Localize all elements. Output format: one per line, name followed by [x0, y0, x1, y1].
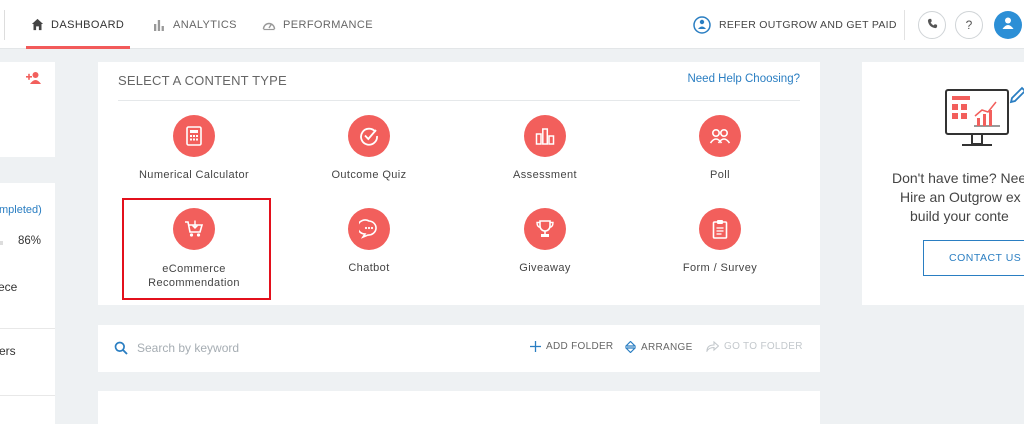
refer-outgrow-link[interactable]: REFER OUTGROW AND GET PAID: [693, 0, 897, 49]
content-type-chatbot[interactable]: Chatbot: [279, 208, 459, 275]
add-user-icon[interactable]: [26, 71, 42, 90]
search-toolbar: ADD FOLDER ARRANGE GO TO FOLDER: [98, 325, 820, 372]
tab-label: ANALYTICS: [173, 18, 237, 31]
promo-line: Hire an Outgrow ex: [900, 189, 1021, 205]
arrange-button[interactable]: ARRANGE: [625, 341, 693, 353]
promo-line: Don't have time? Nee: [892, 170, 1024, 186]
arrange-label: ARRANGE: [641, 341, 693, 353]
content-type-outcome-quiz[interactable]: Outcome Quiz: [279, 115, 459, 182]
content-type-label: Numerical Calculator: [138, 169, 250, 181]
help-button[interactable]: ?: [955, 11, 983, 39]
phone-button[interactable]: [918, 11, 946, 39]
user-icon: [1001, 16, 1015, 35]
content-list-panel: [98, 391, 820, 424]
content-type-form-survey[interactable]: Form / Survey: [630, 208, 810, 275]
left-list-item[interactable]: ece: [0, 280, 53, 294]
left-list-item[interactable]: ers: [0, 344, 54, 358]
help-label: ?: [965, 18, 973, 32]
selection-highlight: [122, 198, 271, 300]
content-type-poll[interactable]: Poll: [630, 115, 810, 182]
speedometer-icon: [262, 18, 276, 32]
content-type-giveaway[interactable]: Giveaway: [455, 208, 635, 275]
monitor-illustration-icon: [942, 84, 1024, 161]
calculator-icon: [173, 115, 215, 157]
content-type-label: Form / Survey: [682, 262, 758, 274]
completion-status: mpleted): [0, 204, 42, 216]
check-circle-icon: [348, 115, 390, 157]
clipboard-icon: [699, 208, 741, 250]
trophy-icon: [524, 208, 566, 250]
refer-label: REFER OUTGROW AND GET PAID: [719, 18, 897, 31]
tab-label: PERFORMANCE: [283, 18, 373, 31]
search-icon: [114, 341, 128, 360]
phone-icon: [927, 18, 938, 32]
top-navigation-bar: DASHBOARD ANALYTICS PERFORMANCE REFER OU…: [0, 0, 1024, 49]
content-type-label: Giveaway: [519, 262, 571, 274]
divider: [904, 10, 905, 40]
content-type-label: Chatbot: [348, 262, 390, 274]
tab-label: DASHBOARD: [51, 18, 125, 31]
home-icon: [30, 18, 44, 32]
tab-performance[interactable]: PERFORMANCE: [262, 0, 373, 49]
left-panel-top: [0, 62, 55, 157]
sort-arrows-icon: [625, 341, 636, 353]
section-title: SELECT A CONTENT TYPE: [118, 73, 287, 88]
content-type-card: SELECT A CONTENT TYPE Need Help Choosing…: [98, 62, 820, 305]
add-folder-button[interactable]: ADD FOLDER: [530, 341, 613, 352]
search-input[interactable]: [137, 338, 387, 358]
divider: [118, 100, 800, 101]
go-to-folder-label: GO TO FOLDER: [724, 341, 803, 352]
left-panel-progress: mpleted) 86% ece ers: [0, 183, 55, 424]
content-type-numerical-calculator[interactable]: Numerical Calculator: [104, 115, 284, 182]
content-type-label: Poll: [710, 169, 730, 181]
tab-dashboard[interactable]: DASHBOARD: [25, 0, 131, 49]
content-type-assessment[interactable]: Assessment: [455, 115, 635, 182]
need-help-link[interactable]: Need Help Choosing?: [687, 73, 800, 85]
content-type-label: Outcome Quiz: [331, 169, 407, 181]
promo-line: build your conte: [910, 208, 1009, 224]
avatar[interactable]: [994, 11, 1022, 39]
people-icon: [699, 115, 741, 157]
tab-analytics[interactable]: ANALYTICS: [152, 0, 237, 49]
progress-percent: 86%: [18, 235, 42, 247]
divider: [0, 395, 55, 396]
share-arrow-icon: [706, 341, 719, 352]
divider: [0, 328, 55, 329]
plus-icon: [530, 341, 541, 352]
bar-chart-icon: [152, 18, 166, 32]
bar-chart-icon: [524, 115, 566, 157]
chat-icon: [348, 208, 390, 250]
contact-us-button[interactable]: CONTACT US: [923, 240, 1024, 276]
divider: [4, 10, 5, 40]
promo-text: Don't have time? Nee Hire an Outgrow ex …: [862, 169, 1024, 226]
referral-icon: [693, 15, 711, 34]
add-folder-label: ADD FOLDER: [546, 341, 614, 352]
go-to-folder-button[interactable]: GO TO FOLDER: [706, 341, 803, 352]
hire-expert-card: Don't have time? Nee Hire an Outgrow ex …: [862, 62, 1024, 305]
content-type-label: Assessment: [513, 169, 577, 181]
